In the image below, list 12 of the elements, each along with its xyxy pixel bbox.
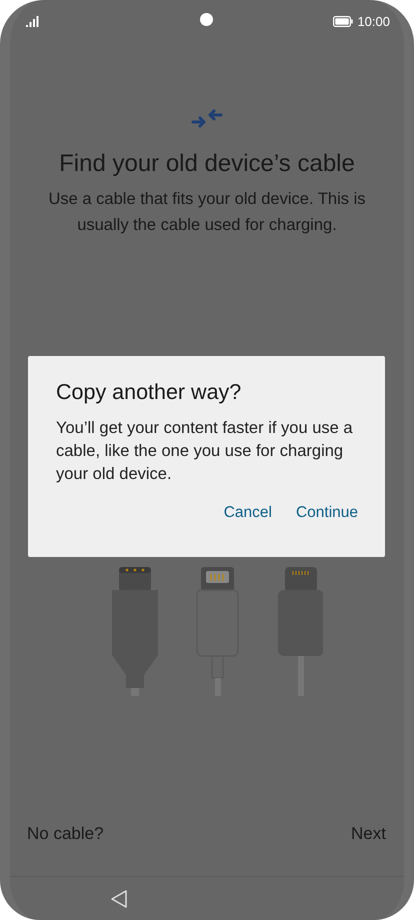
battery-icon [333,16,354,26]
back-icon[interactable] [110,888,128,908]
arrows-icon [191,108,223,130]
screen-title: Find your old device’s cable [59,150,355,178]
dialog-message: You’ll get your content faster if you use a cable, like the one you use for charging your old device. [56,418,354,485]
status-time: 10:00 [357,14,390,28]
screen-description: Use a cable that fits your old device. This is usually the cable used for charging. [47,189,366,236]
camera-icon [200,13,213,26]
dialog-title: Copy another way? [56,380,242,405]
signal-icon [26,16,39,26]
dialog-button[interactable]: Cancel [224,500,272,526]
dialog-button[interactable]: Continue [296,500,358,526]
